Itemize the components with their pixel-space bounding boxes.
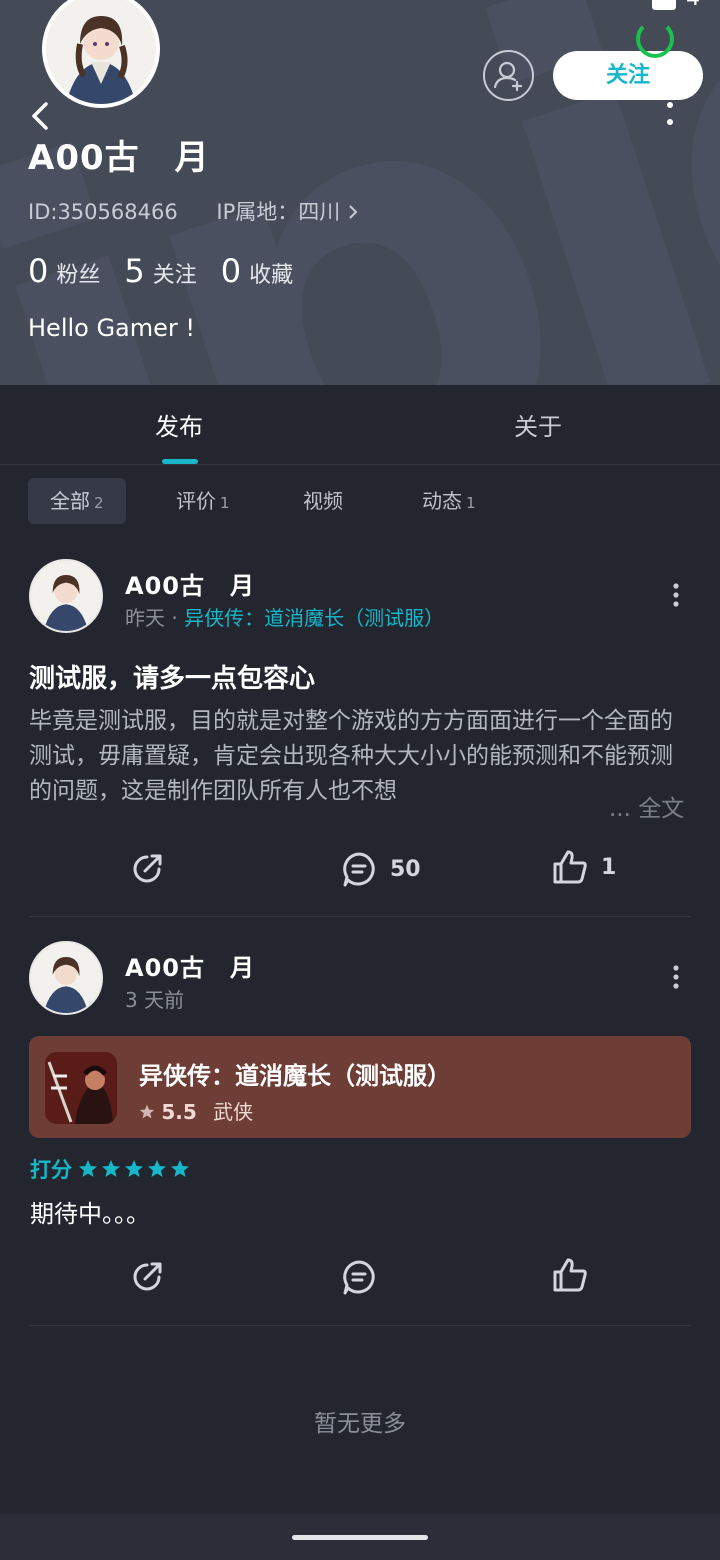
rating-stars bbox=[78, 1159, 190, 1179]
filter-all[interactable]: 全部 2 bbox=[28, 478, 126, 524]
stat-fans-label: 粉丝 bbox=[56, 263, 101, 288]
star-icon bbox=[79, 1160, 97, 1177]
stat-following-count: 5 bbox=[124, 252, 145, 290]
share-icon bbox=[133, 1262, 162, 1291]
more-options-icon[interactable] bbox=[660, 100, 680, 130]
post-body[interactable]: 毕竟是测试服，目的就是对整个游戏的方方面面进行一个全面的测试，毋庸置疑，肯定会出… bbox=[29, 704, 694, 814]
read-more-link[interactable]: ... 全文 bbox=[605, 789, 685, 823]
stat-favorites-count: 0 bbox=[220, 252, 242, 290]
filter-moments-label: 动态 bbox=[422, 489, 462, 513]
star-icon bbox=[148, 1160, 166, 1177]
game-card[interactable]: 异侠传：道消魔长（测试服） 5.5 武侠 bbox=[29, 1036, 691, 1138]
tab-posts[interactable]: 发布 bbox=[155, 407, 203, 442]
like-button[interactable]: 1 bbox=[551, 848, 616, 886]
star-icon bbox=[102, 1160, 120, 1177]
post-divider bbox=[29, 916, 691, 917]
post-more-icon[interactable] bbox=[666, 582, 686, 612]
add-user-icon bbox=[493, 61, 523, 92]
stat-fans[interactable]: 0 粉丝 bbox=[28, 252, 100, 290]
filter-moments-count: 1 bbox=[466, 494, 476, 512]
add-friend-button[interactable] bbox=[483, 50, 534, 101]
filter-all-label: 全部 bbox=[50, 489, 90, 513]
profile-id-line: ID:350568466 IP属地：四川 bbox=[28, 196, 359, 226]
share-button[interactable] bbox=[130, 1258, 166, 1294]
stat-favorites[interactable]: 0 收藏 bbox=[221, 252, 293, 290]
stat-fans-count: 0 bbox=[28, 252, 49, 290]
loading-spinner-icon bbox=[636, 20, 674, 58]
review-rating: 打分 bbox=[30, 1154, 190, 1184]
no-more-text: 暂无更多 bbox=[314, 1411, 406, 1437]
like-count: 1 bbox=[601, 854, 617, 880]
thumb-up-icon[interactable] bbox=[650, 0, 680, 10]
post-time: 3 天前 bbox=[125, 988, 185, 1012]
game-card-rating: 5.5 bbox=[161, 1100, 197, 1124]
filter-reviews[interactable]: 评价 1 bbox=[154, 478, 252, 524]
like-button[interactable] bbox=[551, 1256, 589, 1294]
comment-button[interactable] bbox=[340, 1258, 378, 1296]
post-body-text: 毕竟是测试服，目的就是对整个游戏的方方面面进行一个全面的测试，毋庸置疑，肯定会出… bbox=[29, 708, 673, 804]
home-indicator[interactable] bbox=[292, 1535, 428, 1540]
star-icon bbox=[139, 1104, 155, 1119]
ip-location: IP属地：四川 bbox=[216, 200, 341, 224]
filter-all-count: 2 bbox=[94, 494, 104, 512]
follow-button[interactable]: 关注 bbox=[553, 51, 703, 100]
share-icon bbox=[133, 854, 162, 883]
thumb-up-icon bbox=[553, 850, 587, 884]
post-game-link[interactable]: 异侠传：道消魔长（测试服） bbox=[184, 606, 444, 630]
comment-count: 50 bbox=[390, 856, 421, 882]
user-id: ID:350568466 bbox=[28, 200, 178, 224]
post-divider bbox=[29, 1325, 691, 1326]
post-title[interactable]: 测试服，请多一点包容心 bbox=[29, 658, 315, 695]
stat-following-label: 关注 bbox=[152, 263, 197, 288]
comment-icon bbox=[343, 852, 375, 887]
game-card-meta: 5.5 武侠 bbox=[139, 1096, 253, 1125]
star-icon bbox=[171, 1160, 189, 1177]
stat-following[interactable]: 5 关注 bbox=[124, 252, 196, 290]
post-author-avatar[interactable] bbox=[29, 941, 103, 1015]
tab-active-indicator bbox=[162, 459, 198, 464]
star-icon bbox=[125, 1160, 143, 1177]
filter-reviews-count: 1 bbox=[220, 494, 230, 512]
game-icon bbox=[45, 1052, 117, 1124]
comment-icon bbox=[343, 1260, 375, 1295]
filter-moments[interactable]: 动态 1 bbox=[400, 478, 498, 524]
game-card-genre: 武侠 bbox=[213, 1100, 254, 1124]
post-time: 昨天 bbox=[125, 606, 165, 630]
post-more-icon[interactable] bbox=[666, 964, 686, 994]
post-author-avatar[interactable] bbox=[29, 559, 103, 633]
profile-stats: 0 粉丝 5 关注 0 收藏 bbox=[28, 252, 293, 290]
post-author-name[interactable]: A00古 月 bbox=[125, 948, 255, 983]
profile-tabs: 发布 关于 bbox=[0, 385, 720, 465]
chevron-right-icon bbox=[349, 205, 358, 219]
post-author-name[interactable]: A00古 月 bbox=[125, 566, 255, 601]
filter-videos[interactable]: 视频 bbox=[281, 478, 365, 524]
share-button[interactable] bbox=[130, 850, 166, 886]
top-like-count: 4 bbox=[686, 0, 700, 11]
filter-reviews-label: 评价 bbox=[176, 489, 216, 513]
tab-about[interactable]: 关于 bbox=[514, 407, 562, 442]
post-meta: 昨天 · 异侠传：道消魔长（测试服） bbox=[125, 606, 445, 630]
rating-label: 打分 bbox=[30, 1158, 72, 1182]
ip-location-link[interactable]: IP属地：四川 bbox=[216, 200, 359, 224]
profile-username: A00古 月 bbox=[28, 138, 210, 178]
profile-bio: Hello Gamer ! bbox=[28, 314, 196, 342]
stat-favorites-label: 收藏 bbox=[249, 263, 294, 288]
comment-button[interactable]: 50 bbox=[340, 850, 421, 888]
filter-videos-label: 视频 bbox=[303, 489, 343, 513]
game-card-title: 异侠传：道消魔长（测试服） bbox=[139, 1062, 451, 1090]
review-text[interactable]: 期待中。。。 bbox=[30, 1194, 150, 1229]
thumb-up-icon bbox=[553, 1258, 587, 1292]
